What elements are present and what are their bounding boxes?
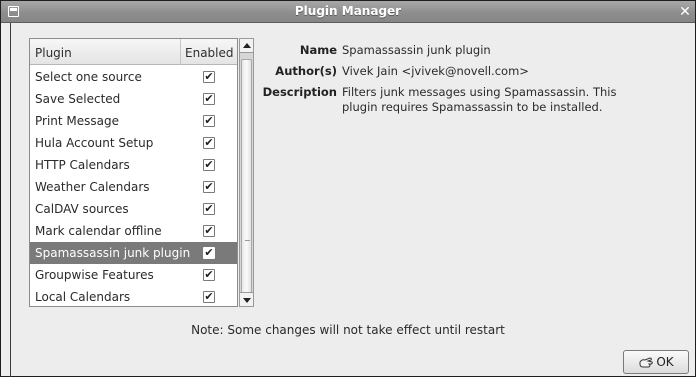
- plugin-row-label: Select one source: [35, 70, 142, 84]
- enabled-checkbox[interactable]: ✔: [203, 225, 215, 237]
- enabled-checkbox[interactable]: ✔: [203, 203, 215, 215]
- window-title: Plugin Manager: [294, 4, 402, 18]
- plugin-row[interactable]: Local Calendars ✔: [30, 286, 237, 308]
- enabled-checkbox[interactable]: ✔: [203, 291, 215, 303]
- details-author-row: Author(s) Vivek Jain <jvivek@novell.com>: [257, 64, 677, 81]
- plugin-details: Name Spamassassin junk plugin Author(s) …: [257, 43, 677, 123]
- title-bar[interactable]: Plugin Manager ✕: [1, 1, 695, 23]
- plugin-row-label: Hula Account Setup: [35, 136, 154, 150]
- plugin-row[interactable]: Groupwise Features ✔: [30, 264, 237, 286]
- plugin-row[interactable]: Spamassassin junk plugin ✔: [30, 242, 237, 264]
- enabled-checkbox[interactable]: ✔: [203, 71, 215, 83]
- plugin-row[interactable]: CalDAV sources ✔: [30, 198, 237, 220]
- details-name-row: Name Spamassassin junk plugin: [257, 43, 677, 60]
- enabled-checkbox[interactable]: ✔: [203, 181, 215, 193]
- plugin-list-scrollbar[interactable]: [239, 38, 254, 307]
- plugin-row-label: Weather Calendars: [35, 180, 150, 194]
- ok-hand-icon: [639, 357, 654, 368]
- plugin-row-label: CalDAV sources: [35, 202, 129, 216]
- close-icon[interactable]: ✕: [677, 3, 693, 21]
- plugin-row[interactable]: Weather Calendars ✔: [30, 176, 237, 198]
- plugin-row[interactable]: Select one source ✔: [30, 66, 237, 88]
- author-label: Author(s): [275, 64, 337, 78]
- description-value: Filters junk messages using Spamassassin…: [342, 85, 617, 114]
- plugin-manager-window: Plugin Manager ✕ Plugin Enabled Select o…: [0, 0, 696, 377]
- description-label: Description: [262, 85, 337, 99]
- enabled-checkbox[interactable]: ✔: [203, 247, 215, 259]
- name-label: Name: [299, 43, 337, 57]
- details-description-row: Description Filters junk messages using …: [257, 85, 677, 119]
- plugin-row-label: Mark calendar offline: [35, 224, 162, 238]
- enabled-checkbox[interactable]: ✔: [203, 137, 215, 149]
- plugin-row[interactable]: HTTP Calendars ✔: [30, 154, 237, 176]
- name-value: Spamassassin junk plugin: [342, 43, 491, 57]
- plugin-row-label: HTTP Calendars: [35, 158, 130, 172]
- enabled-checkbox[interactable]: ✔: [203, 93, 215, 105]
- scroll-up-arrow-icon[interactable]: [240, 39, 253, 53]
- plugin-row-label: Spamassassin junk plugin: [35, 246, 191, 260]
- plugin-row[interactable]: Save Selected ✔: [30, 88, 237, 110]
- enabled-checkbox[interactable]: ✔: [203, 115, 215, 127]
- scrollbar-thumb[interactable]: [241, 59, 252, 299]
- plugin-row-label: Save Selected: [35, 92, 121, 106]
- column-header-enabled[interactable]: Enabled: [180, 39, 237, 65]
- ok-button[interactable]: OK: [623, 350, 689, 374]
- plugin-row-label: Groupwise Features: [35, 268, 154, 282]
- author-value: Vivek Jain <jvivek@novell.com>: [342, 64, 529, 78]
- scrollbar-grip-icon: [245, 240, 250, 241]
- plugin-list-header: Plugin Enabled: [30, 39, 237, 65]
- plugin-row[interactable]: Mark calendar offline ✔: [30, 220, 237, 242]
- plugin-rows: Select one source ✔ Save Selected ✔ Print Me…: [30, 66, 237, 308]
- scroll-down-arrow-icon[interactable]: [240, 292, 253, 306]
- plugin-row[interactable]: Print Message ✔: [30, 110, 237, 132]
- plugin-row-label: Local Calendars: [35, 290, 131, 304]
- restart-note: Note: Some changes will not take effect …: [191, 323, 505, 337]
- enabled-checkbox[interactable]: ✔: [203, 269, 215, 281]
- ok-button-label: OK: [656, 355, 674, 369]
- column-header-plugin[interactable]: Plugin: [35, 39, 175, 65]
- plugin-row-label: Print Message: [35, 114, 120, 128]
- plugin-row[interactable]: Hula Account Setup ✔: [30, 132, 237, 154]
- enabled-checkbox[interactable]: ✔: [203, 159, 215, 171]
- plugin-list[interactable]: Plugin Enabled Select one source ✔ Save Se…: [29, 38, 238, 307]
